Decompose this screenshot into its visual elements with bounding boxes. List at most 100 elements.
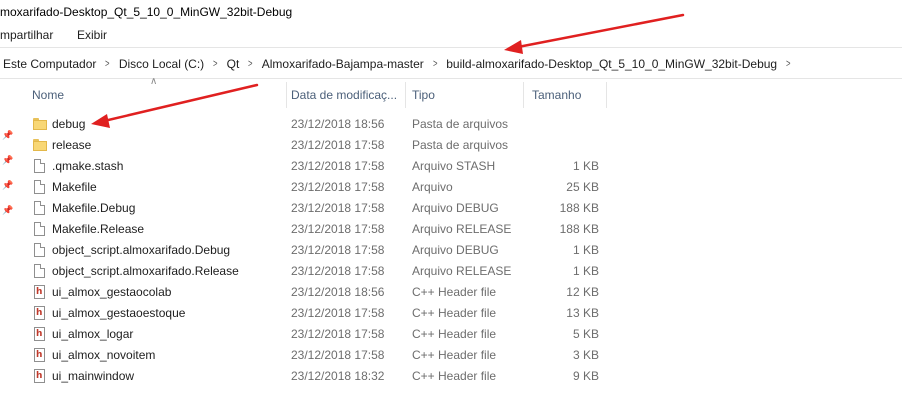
file-icon: [33, 243, 47, 258]
file-name: Makefile.Debug: [52, 201, 136, 215]
window-title: moxarifado-Desktop_Qt_5_10_0_MinGW_32bit…: [0, 5, 293, 19]
file-size: 9 KB: [572, 369, 599, 383]
tab-share[interactable]: mpartilhar: [0, 28, 53, 42]
column-divider[interactable]: [286, 82, 287, 108]
file-size: 188 KB: [559, 222, 599, 236]
file-row[interactable]: h ui_mainwindow 23/12/2018 18:32 C++ Header…: [0, 366, 902, 387]
file-row[interactable]: object_script.almoxarifado.Release 23/12/…: [0, 261, 902, 282]
file-icon: [33, 264, 47, 279]
column-divider[interactable]: [405, 82, 406, 108]
file-size: 188 KB: [559, 201, 599, 215]
file-row[interactable]: object_script.almoxarifado.Debug 23/12/20…: [0, 240, 902, 261]
file-type: Arquivo RELEASE: [412, 222, 512, 236]
file-row[interactable]: h ui_almox_novoitem 23/12/2018 17:58 C++ He…: [0, 345, 902, 366]
cpp-header-icon: h: [33, 369, 47, 384]
file-row[interactable]: Makefile.Release 23/12/2018 17:58 Arquivo …: [0, 219, 902, 240]
file-type: C++ Header file: [412, 285, 497, 299]
cpp-header-icon: h: [33, 306, 47, 321]
folder-icon: [33, 138, 47, 153]
file-type: Pasta de arquivos: [412, 117, 509, 131]
ribbon-tabs: mpartilhar Exibir: [0, 22, 902, 46]
chevron-right-icon[interactable]: >: [429, 58, 441, 70]
file-size: 12 KB: [566, 285, 599, 299]
file-name: Makefile.Release: [52, 222, 145, 236]
file-name: object_script.almoxarifado.Release: [52, 264, 239, 278]
file-name: ui_almox_novoitem: [52, 348, 156, 362]
file-row[interactable]: .qmake.stash 23/12/2018 17:58 Arquivo STAS…: [0, 156, 902, 177]
file-type: C++ Header file: [412, 327, 497, 341]
file-name: .qmake.stash: [52, 159, 124, 173]
file-row[interactable]: Makefile 23/12/2018 17:58 Arquivo 25 KB: [0, 177, 902, 198]
file-icon: [33, 159, 47, 174]
file-type: C++ Header file: [412, 348, 497, 362]
breadcrumb: Este Computador > Disco Local (C:) > Qt …: [0, 50, 797, 78]
file-row[interactable]: debug 23/12/2018 18:56 Pasta de arquivos: [0, 114, 902, 135]
file-date: 23/12/2018 17:58: [291, 243, 385, 257]
file-date: 23/12/2018 18:56: [291, 117, 385, 131]
file-size: 5 KB: [572, 327, 599, 341]
title-bar: moxarifado-Desktop_Qt_5_10_0_MinGW_32bit…: [0, 0, 902, 22]
file-type: Arquivo DEBUG: [412, 243, 499, 257]
file-date: 23/12/2018 17:58: [291, 264, 385, 278]
file-date: 23/12/2018 17:58: [291, 306, 385, 320]
file-date: 23/12/2018 17:58: [291, 138, 385, 152]
file-row[interactable]: h ui_almox_gestaocolab 23/12/2018 18:56 C++…: [0, 282, 902, 303]
file-size: 1 KB: [572, 159, 599, 173]
tab-view[interactable]: Exibir: [77, 28, 107, 42]
file-type: C++ Header file: [412, 306, 497, 320]
file-type: Arquivo STASH: [412, 159, 496, 173]
file-name: ui_almox_gestaocolab: [52, 285, 172, 299]
address-divider: [0, 78, 902, 79]
column-header-row: Nome Data de modificaç... Tipo Tamanho: [0, 82, 902, 108]
file-size: 1 KB: [572, 243, 599, 257]
file-date: 23/12/2018 17:58: [291, 222, 385, 236]
file-type: C++ Header file: [412, 369, 497, 383]
breadcrumb-local-disk[interactable]: Disco Local (C:): [116, 57, 207, 71]
chevron-right-icon[interactable]: >: [245, 58, 257, 70]
chevron-right-icon[interactable]: >: [102, 58, 114, 70]
file-row[interactable]: Makefile.Debug 23/12/2018 17:58 Arquivo DE…: [0, 198, 902, 219]
column-header-size[interactable]: Tamanho: [532, 82, 604, 108]
file-type: Arquivo: [412, 180, 453, 194]
file-type: Pasta de arquivos: [412, 138, 509, 152]
address-bar[interactable]: Este Computador > Disco Local (C:) > Qt …: [0, 50, 902, 78]
file-type: Arquivo DEBUG: [412, 201, 499, 215]
file-row[interactable]: h ui_almox_logar 23/12/2018 17:58 C++ Heade…: [0, 324, 902, 345]
cpp-header-icon: h: [33, 285, 47, 300]
file-date: 23/12/2018 18:56: [291, 285, 385, 299]
file-size: 13 KB: [566, 306, 599, 320]
file-name: Makefile: [52, 180, 97, 194]
file-date: 23/12/2018 17:58: [291, 180, 385, 194]
file-icon: [33, 180, 47, 195]
folder-icon: [33, 117, 47, 132]
file-row[interactable]: release 23/12/2018 17:58 Pasta de arquivos: [0, 135, 902, 156]
breadcrumb-project-folder[interactable]: Almoxarifado-Bajampa-master: [259, 57, 427, 71]
chevron-right-icon[interactable]: >: [210, 58, 222, 70]
file-name: debug: [52, 117, 86, 131]
file-size: 3 KB: [572, 348, 599, 362]
ribbon-divider: [0, 47, 902, 48]
column-header-name[interactable]: Nome: [32, 82, 282, 108]
cpp-header-icon: h: [33, 327, 47, 342]
column-divider[interactable]: [606, 82, 607, 108]
breadcrumb-build-folder[interactable]: build-almoxarifado-Desktop_Qt_5_10_0_Min…: [443, 57, 780, 71]
file-date: 23/12/2018 17:58: [291, 201, 385, 215]
cpp-header-icon: h: [33, 348, 47, 363]
column-header-date[interactable]: Data de modificaç...: [291, 82, 403, 108]
file-size: 1 KB: [572, 264, 599, 278]
file-size: 25 KB: [566, 180, 599, 194]
file-name: ui_mainwindow: [52, 369, 135, 383]
breadcrumb-this-pc[interactable]: Este Computador: [0, 57, 99, 71]
breadcrumb-qt[interactable]: Qt: [224, 57, 243, 71]
file-list: debug 23/12/2018 18:56 Pasta de arquivos re…: [0, 114, 902, 387]
file-icon: [33, 222, 47, 237]
chevron-right-icon[interactable]: >: [783, 58, 795, 70]
file-row[interactable]: h ui_almox_gestaoestoque 23/12/2018 17:58 C…: [0, 303, 902, 324]
column-header-type[interactable]: Tipo: [412, 82, 520, 108]
file-name: release: [52, 138, 92, 152]
column-divider[interactable]: [523, 82, 524, 108]
file-icon: [33, 201, 47, 216]
file-date: 23/12/2018 17:58: [291, 159, 385, 173]
file-type: Arquivo RELEASE: [412, 264, 512, 278]
file-date: 23/12/2018 18:32: [291, 369, 385, 383]
